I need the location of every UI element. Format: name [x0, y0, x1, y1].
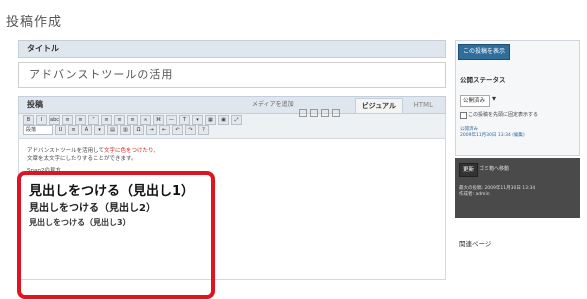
body-label: 投稿	[27, 100, 43, 109]
tab-html[interactable]: HTML	[414, 98, 433, 112]
row1-button-15[interactable]: ▣	[218, 115, 229, 125]
editor-toolbar: B Iabc ≡ ≡ “≡ ≡ ≡ ∞ ⌘ — T ▾ ▦ ▣ ⤢ 段落 U ≡ A ▾ ▤ ▥ Ω ⇥ ⇤ ↶ ↷?	[18, 114, 446, 139]
row2-button-6[interactable]: Ω	[133, 125, 144, 135]
row1-button-3[interactable]: ≡	[62, 115, 73, 125]
publish-meta-line[interactable]: 2009年11月30日 13:34 (編集)	[460, 133, 525, 138]
title-input[interactable]: アドバンストツールの活用	[18, 62, 446, 88]
related-pages-label: 関連ページ	[459, 240, 492, 248]
row1-button-0[interactable]: B	[23, 115, 34, 125]
sticky-checkbox-label: この投稿を先頭に固定表示する	[468, 112, 539, 118]
trash-link[interactable]: ゴミ箱へ移動	[479, 163, 509, 175]
row1-button-13[interactable]: ▾	[192, 115, 203, 125]
publish-box: この投稿を表示 公開ステータス 公開済み ▾ この投稿を先頭に固定表示する 公開…	[455, 40, 580, 156]
toolbar-row-1: B Iabc ≡ ≡ “≡ ≡ ≡ ∞ ⌘ — T ▾ ▦ ▣ ⤢	[23, 115, 441, 125]
editor-content[interactable]: アドバンストツールを活用して文字に色をつけたり、 文章を太文字にしたりすることが…	[17, 139, 446, 299]
row2-button-0[interactable]: U	[55, 125, 66, 135]
row1-button-7[interactable]: ≡	[114, 115, 125, 125]
sticky-checkbox[interactable]	[460, 112, 467, 119]
content-red-text: 文字に色をつけたり	[104, 148, 154, 154]
format-select[interactable]: 段落	[23, 125, 53, 135]
row1-button-1[interactable]: I	[36, 115, 47, 125]
row2-button-4[interactable]: ▤	[107, 125, 118, 135]
row2-button-10[interactable]: ↷	[185, 125, 196, 135]
post-editor: タイトル アドバンストツールの活用 投稿 メディアを追加 ビジュアル HTML …	[17, 40, 446, 299]
row2-button-8[interactable]: ⇤	[159, 125, 170, 135]
row1-button-4[interactable]: ≡	[75, 115, 86, 125]
row2-button-1[interactable]: ≡	[68, 125, 79, 135]
media-add-label[interactable]: メディアを追加	[252, 97, 294, 113]
row2-button-2[interactable]: A	[81, 125, 92, 135]
body-section-header: 投稿 メディアを追加 ビジュアル HTML	[18, 96, 446, 117]
row1-button-2[interactable]: abc	[49, 115, 60, 125]
sidebar: この投稿を表示 公開ステータス 公開済み ▾ この投稿を先頭に固定表示する 公開…	[455, 40, 580, 255]
row1-button-10[interactable]: ⌘	[153, 115, 164, 125]
chevron-down-icon[interactable]: ▾	[492, 94, 496, 103]
row1-button-12[interactable]: T	[179, 115, 190, 125]
update-button[interactable]: 更新	[459, 163, 479, 177]
row2-button-9[interactable]: ↶	[172, 125, 183, 135]
publish-meta: 公開済み 2009年11月30日 13:34 (編集)	[460, 127, 525, 139]
row2-button-7[interactable]: ⇥	[146, 125, 157, 135]
add-video-icon[interactable]	[310, 109, 318, 117]
post-info-line: 作成者: admin	[459, 192, 490, 197]
page-title: 投稿作成	[6, 15, 63, 30]
row1-button-8[interactable]: ≡	[127, 115, 138, 125]
row1-button-14[interactable]: ▦	[205, 115, 216, 125]
heading-1: 見出しをつける（見出し1）	[29, 184, 195, 199]
tab-visual[interactable]: ビジュアル	[354, 98, 403, 113]
row1-button-6[interactable]: ≡	[101, 115, 112, 125]
content-paragraph: アドバンストツールを活用して文字に色をつけたり、 文章を太文字にしたりすることが…	[27, 147, 159, 163]
heading-2: 見出しをつける（見出し2）	[29, 203, 156, 214]
row1-button-9[interactable]: ∞	[140, 115, 151, 125]
status-label: 公開ステータス	[460, 76, 506, 84]
content-text: アドバンストツールを活用して	[27, 148, 105, 154]
row2-button-5[interactable]: ▥	[120, 125, 131, 135]
status-select[interactable]: 公開済み	[460, 95, 490, 107]
row1-button-5[interactable]: “	[88, 115, 99, 125]
add-audio-icon[interactable]	[321, 109, 329, 117]
heading-3: 見出しをつける（見出し3）	[29, 218, 131, 227]
publish-actions-panel: 更新 ゴミ箱へ移動 最大の投稿: 2009年11月30日 13:34 作成者: …	[455, 158, 580, 218]
toolbar-row-2: 段落 U ≡ A ▾ ▤ ▥ Ω ⇥ ⇤ ↶ ↷?	[23, 125, 441, 135]
row1-button-16[interactable]: ⤢	[231, 115, 242, 125]
post-info: 最大の投稿: 2009年11月30日 13:34 作成者: admin	[459, 186, 535, 198]
row2-button-11[interactable]: ?	[198, 125, 209, 135]
publish-meta-line: 公開済み	[460, 127, 478, 132]
row1-button-11[interactable]: —	[166, 115, 177, 125]
title-section-header: タイトル	[18, 40, 446, 58]
media-icons[interactable]	[299, 102, 343, 121]
post-info-line: 最大の投稿: 2009年11月30日 13:34	[459, 186, 536, 191]
add-media-icon[interactable]	[332, 109, 340, 117]
content-text: 、	[153, 148, 159, 154]
preview-button[interactable]: この投稿を表示	[458, 44, 511, 60]
add-image-icon[interactable]	[299, 109, 307, 117]
content-text: 文章を太文字にしたりすることができます。	[27, 156, 137, 162]
row2-button-3[interactable]: ▾	[94, 125, 105, 135]
